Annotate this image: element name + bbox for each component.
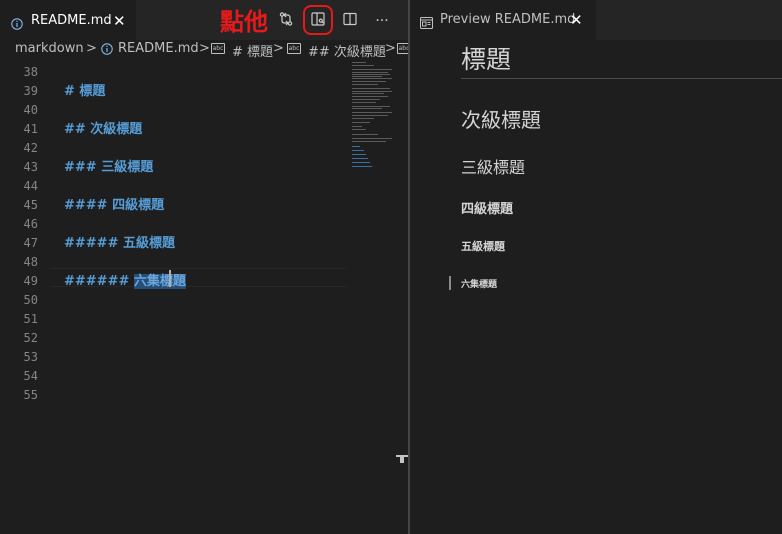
line-number: 38 xyxy=(23,65,38,79)
symbol-string-icon: abc xyxy=(287,43,301,54)
info-icon xyxy=(11,15,23,30)
line-number: 46 xyxy=(23,217,38,231)
close-tab-icon[interactable]: ✕ xyxy=(113,12,126,30)
code-line[interactable]: # 標題 xyxy=(64,80,105,99)
open-changes-button[interactable] xyxy=(275,10,297,32)
chevron-right-icon: > xyxy=(273,41,284,56)
line-number: 52 xyxy=(23,331,38,345)
line-number: 40 xyxy=(23,103,38,117)
git-compare-icon xyxy=(278,11,294,31)
scrollbar-cursor-marker xyxy=(400,455,404,463)
breadcrumb-item-file[interactable]: README.md xyxy=(118,41,199,56)
symbol-string-icon: abc xyxy=(211,43,225,54)
symbol-string-icon: abc xyxy=(397,41,408,56)
preview-heading-1: 標題 xyxy=(461,45,512,74)
split-editor-icon xyxy=(342,11,358,31)
line-number: 43 xyxy=(23,160,38,174)
open-preview-icon xyxy=(310,11,326,31)
code-line-current[interactable]: ###### 六集標題 xyxy=(64,270,186,289)
line-number: 55 xyxy=(23,388,38,402)
code-line[interactable]: #### 四級標題 xyxy=(64,194,164,213)
text-cursor xyxy=(169,270,171,287)
preview-heading-3: 三級標題 xyxy=(461,158,526,177)
preview-heading-6: 六集標題 xyxy=(461,280,498,290)
line-number: 42 xyxy=(23,141,38,155)
tab-label: README.md xyxy=(31,13,112,28)
close-tab-icon[interactable]: ✕ xyxy=(570,11,583,29)
chevron-right-icon: > xyxy=(385,41,396,56)
breadcrumb: markdown > README.md > abc # 標題 > abc ##… xyxy=(0,40,408,60)
editor-group-right xyxy=(410,0,782,534)
code-line[interactable]: ##### 五級標題 xyxy=(64,232,175,251)
line-number: 41 xyxy=(23,122,38,136)
preview-sync-marker xyxy=(449,276,451,290)
code-line[interactable]: ## 次級標題 xyxy=(64,118,142,137)
line-number: 49 xyxy=(23,274,38,288)
tab-label: Preview README.md xyxy=(440,12,576,27)
minimap[interactable] xyxy=(350,62,396,182)
more-actions-button[interactable]: ··· xyxy=(371,10,393,32)
line-number: 39 xyxy=(23,84,38,98)
line-number: 51 xyxy=(23,312,38,326)
editor-group-left xyxy=(0,0,408,534)
line-number: 47 xyxy=(23,236,38,250)
line-number: 53 xyxy=(23,350,38,364)
preview-heading-5: 五級標題 xyxy=(461,240,505,253)
line-number: 50 xyxy=(23,293,38,307)
tab-readme[interactable]: README.md ✕ xyxy=(0,0,136,40)
selected-text: 六集標題 xyxy=(133,274,186,289)
line-number: 48 xyxy=(23,255,38,269)
split-editor-button[interactable] xyxy=(339,10,361,32)
annotation-click-here: 點他 xyxy=(220,8,268,36)
chevron-right-icon: > xyxy=(199,41,210,56)
preview-heading-2: 次級標題 xyxy=(461,108,541,132)
preview-icon xyxy=(420,14,433,33)
heading-rule xyxy=(461,78,782,79)
preview-heading-4: 四級標題 xyxy=(461,202,514,217)
open-preview-to-side-button[interactable] xyxy=(307,10,329,32)
tab-preview[interactable]: Preview README.md ✕ xyxy=(410,0,596,40)
info-icon xyxy=(101,43,113,59)
heading-prefix: ###### xyxy=(64,274,134,289)
line-number: 54 xyxy=(23,369,38,383)
chevron-right-icon: > xyxy=(86,41,97,56)
breadcrumb-item-folder[interactable]: markdown xyxy=(15,41,84,56)
breadcrumb-item-heading2[interactable]: ## 次級標題 xyxy=(308,41,386,60)
line-number: 45 xyxy=(23,198,38,212)
line-number: 44 xyxy=(23,179,38,193)
breadcrumb-item-heading1[interactable]: # 標題 xyxy=(232,41,273,60)
code-line[interactable]: ### 三級標題 xyxy=(64,156,153,175)
